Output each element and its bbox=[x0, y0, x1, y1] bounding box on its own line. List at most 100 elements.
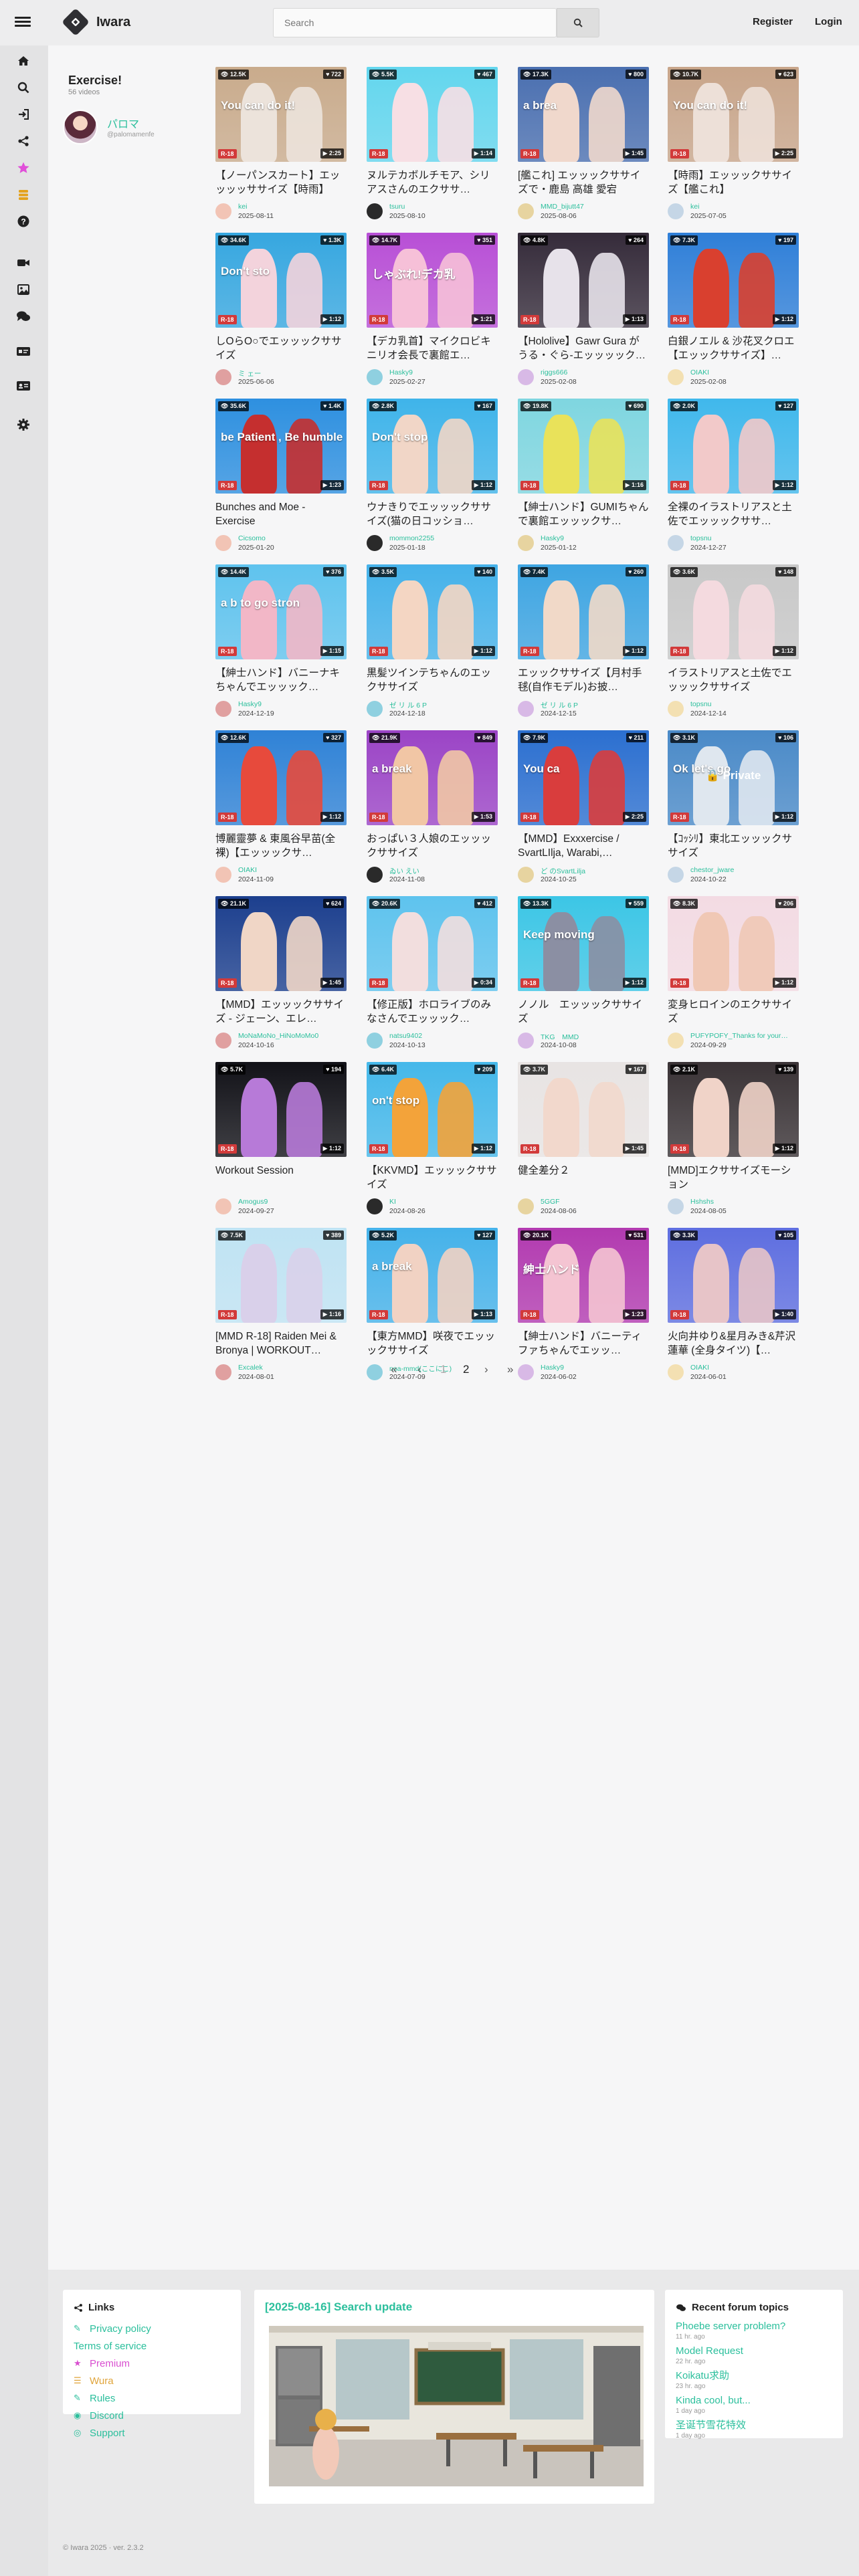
video-title[interactable]: 全裸のイラストリアスと土佐でエッッックササ… bbox=[668, 500, 799, 528]
video-title[interactable]: エッックササイズ【月村手毬(自作モデル)お披… bbox=[518, 666, 649, 694]
uploader-avatar[interactable] bbox=[518, 701, 534, 717]
video-title[interactable]: 【MMD】Exxxercise / SvartLIlja, Warabi,… bbox=[518, 832, 649, 860]
video-thumbnail[interactable]: 👁 7.4K ♥ 260 R-18 ▶ 1:12 bbox=[518, 564, 649, 659]
video-thumbnail[interactable]: Don't stop 👁 2.8K ♥ 167 R-18 ▶ 1:12 bbox=[367, 399, 498, 494]
uploader-name[interactable]: TKG MMD bbox=[541, 1032, 579, 1042]
footer-link[interactable]: ☰ Wura bbox=[74, 2372, 230, 2389]
uploader-avatar[interactable] bbox=[215, 535, 231, 551]
coins-icon[interactable] bbox=[15, 186, 32, 203]
video-thumbnail[interactable]: 👁 7.3K ♥ 197 R-18 ▶ 1:12 bbox=[668, 233, 799, 328]
uploader-name[interactable]: kei bbox=[238, 203, 247, 211]
uploader-avatar[interactable] bbox=[367, 203, 383, 219]
search-input[interactable] bbox=[273, 8, 557, 37]
video-title[interactable]: Workout Session bbox=[215, 1164, 347, 1192]
video-thumbnail[interactable]: 👁 2.1K ♥ 139 R-18 ▶ 1:12 bbox=[668, 1062, 799, 1157]
uploader-avatar[interactable] bbox=[518, 1198, 534, 1214]
uploader-avatar[interactable] bbox=[668, 369, 684, 385]
video-card[interactable]: a brea 👁 17.3K ♥ 800 R-18 ▶ 1:45 [艦これ] エッッックサ… bbox=[518, 67, 649, 222]
video-card[interactable]: 👁 12.6K ♥ 327 R-18 ▶ 1:12 博麗靈夢 & 東風谷早苗(全裸)【エ… bbox=[215, 730, 347, 885]
video-card[interactable]: 👁 2.1K ♥ 139 R-18 ▶ 1:12 [MMD]エクササイズモーション Hsh… bbox=[668, 1062, 799, 1217]
uploader-name[interactable]: ミ ェー bbox=[238, 368, 261, 379]
video-thumbnail[interactable]: 👁 2.0K ♥ 127 R-18 ▶ 1:12 bbox=[668, 399, 799, 494]
video-card[interactable]: 👁 5.7K ♥ 194 R-18 ▶ 1:12 Workout Session Amog… bbox=[215, 1062, 347, 1217]
id-card-icon[interactable] bbox=[15, 342, 32, 360]
video-title[interactable]: 火向井ゆり&星月みき&芹沢蓮華 (全身タイツ)【… bbox=[668, 1329, 799, 1358]
uploader-avatar[interactable] bbox=[367, 867, 383, 883]
uploader-avatar[interactable] bbox=[518, 1033, 534, 1049]
uploader-avatar[interactable] bbox=[367, 701, 383, 717]
uploader-avatar[interactable] bbox=[668, 701, 684, 717]
video-card[interactable]: a break 👁 5.2K ♥ 127 R-18 ▶ 1:13 【東方MMD】咲夜でエッ… bbox=[367, 1228, 498, 1383]
help-icon[interactable]: ? bbox=[15, 213, 32, 230]
uploader-name[interactable]: mommon2255 bbox=[389, 534, 434, 542]
video-title[interactable]: 白銀ノエル & 沙花叉クロエ 【エッックササイズ】… bbox=[668, 334, 799, 362]
sign-in-icon[interactable] bbox=[15, 106, 32, 123]
uploader-avatar[interactable] bbox=[518, 369, 534, 385]
forum-topic-link[interactable]: Koikatu求助 bbox=[676, 2369, 832, 2383]
video-card[interactable]: 👁 3.6K ♥ 148 R-18 ▶ 1:12 イラストリアスと土佐でエッッックササイ… bbox=[668, 564, 799, 720]
video-thumbnail[interactable]: a brea 👁 17.3K ♥ 800 R-18 ▶ 1:45 bbox=[518, 67, 649, 162]
uploader-avatar[interactable] bbox=[367, 535, 383, 551]
uploader-name[interactable]: riggs666 bbox=[541, 368, 567, 377]
video-card[interactable]: 👁 20.6K ♥ 412 R-18 ▶ 0:34 【修正版】ホロライブのみなさんでエッ… bbox=[367, 896, 498, 1051]
page-next-button[interactable]: › bbox=[484, 1363, 488, 1376]
uploader-name[interactable]: ゼ リ ル 6 P bbox=[541, 700, 578, 710]
forum-topic-link[interactable]: Phoebe server problem? bbox=[676, 2320, 832, 2333]
video-title[interactable]: 【Hololive】Gawr Gura がうる・ぐら-エッッッック… bbox=[518, 334, 649, 362]
login-link[interactable]: Login bbox=[815, 16, 842, 27]
uploader-avatar[interactable] bbox=[668, 867, 684, 883]
owner-name[interactable]: パロマ bbox=[107, 115, 139, 131]
uploader-name[interactable]: Hshshs bbox=[690, 1198, 714, 1206]
uploader-name[interactable]: KI bbox=[389, 1198, 396, 1206]
uploader-avatar[interactable] bbox=[367, 369, 383, 385]
uploader-avatar[interactable] bbox=[518, 1364, 534, 1380]
brand-logo[interactable]: Iwara bbox=[62, 8, 130, 36]
video-thumbnail[interactable]: 👁 3.3K ♥ 105 R-18 ▶ 1:40 bbox=[668, 1228, 799, 1323]
video-card[interactable]: 👁 19.8K ♥ 690 R-18 ▶ 1:16 【紳士ハンド】GUMIちゃんで裏館エ… bbox=[518, 399, 649, 554]
video-thumbnail[interactable]: 紳士ハンド 👁 20.1K ♥ 531 R-18 ▶ 1:23 bbox=[518, 1228, 649, 1323]
video-card[interactable]: 👁 3.5K ♥ 140 R-18 ▶ 1:12 黒髪ツインテちゃんのエックササイズゼ … bbox=[367, 564, 498, 720]
video-card[interactable]: You can do it! 👁 10.7K ♥ 623 R-18 ▶ 2:25 【時雨】… bbox=[668, 67, 799, 222]
uploader-name[interactable]: Amogus9 bbox=[238, 1198, 268, 1206]
page-prev-button[interactable]: ‹ bbox=[417, 1363, 421, 1376]
video-card[interactable]: You ca 👁 7.9K ♥ 211 R-18 ▶ 2:25 【MMD】Exxxerci… bbox=[518, 730, 649, 885]
uploader-name[interactable]: OIAKI bbox=[690, 1364, 709, 1372]
uploader-name[interactable]: MoNaMoNo_HiNoMoMo0 bbox=[238, 1032, 318, 1040]
video-thumbnail[interactable]: 👁 4.8K ♥ 264 R-18 ▶ 1:13 bbox=[518, 233, 649, 328]
footer-link[interactable]: ✎ Rules bbox=[74, 2389, 230, 2407]
video-title[interactable]: Bunches and Moe - Exercise bbox=[215, 500, 347, 528]
video-title[interactable]: ノノル エッッックササイズ bbox=[518, 998, 649, 1026]
video-title[interactable]: 【東方MMD】咲夜でエッッックササイズ bbox=[367, 1329, 498, 1358]
uploader-avatar[interactable] bbox=[668, 1364, 684, 1380]
forum-topic-link[interactable]: Kinda cool, but... bbox=[676, 2394, 832, 2407]
uploader-avatar[interactable] bbox=[668, 1033, 684, 1049]
video-thumbnail[interactable]: 👁 5.7K ♥ 194 R-18 ▶ 1:12 bbox=[215, 1062, 347, 1157]
video-title[interactable]: [MMD R-18] Raiden Mei & Bronya | WORKOUT… bbox=[215, 1329, 347, 1358]
footer-link[interactable]: ◎ Support bbox=[74, 2424, 230, 2442]
video-thumbnail[interactable]: a b to go stron 👁 14.4K ♥ 376 R-18 ▶ 1:15 bbox=[215, 564, 347, 659]
video-title[interactable]: 【紳士ハンド】バニーティファちゃんでエッッ… bbox=[518, 1329, 649, 1358]
video-title[interactable]: ウナきりでエッッックササイズ(猫の日コッショ… bbox=[367, 500, 498, 528]
video-thumbnail[interactable]: Don't sto 👁 34.6K ♥ 1.3K R-18 ▶ 1:12 bbox=[215, 233, 347, 328]
video-thumbnail[interactable]: a break 👁 5.2K ♥ 127 R-18 ▶ 1:13 bbox=[367, 1228, 498, 1323]
video-card[interactable]: a b to go stron 👁 14.4K ♥ 376 R-18 ▶ 1:15 【紳士… bbox=[215, 564, 347, 720]
video-card[interactable]: 👁 7.3K ♥ 197 R-18 ▶ 1:12 白銀ノエル & 沙花叉クロエ 【エッッ… bbox=[668, 233, 799, 388]
home-icon[interactable] bbox=[15, 52, 32, 70]
video-card[interactable]: 👁 3.7K ♥ 167 R-18 ▶ 1:45 健全差分２ 5GGF 2024-08-06 bbox=[518, 1062, 649, 1217]
video-card[interactable]: 👁 2.0K ♥ 127 R-18 ▶ 1:12 全裸のイラストリアスと土佐でエッッック… bbox=[668, 399, 799, 554]
video-card[interactable]: 👁 21.1K ♥ 624 R-18 ▶ 1:45 【MMD】エッッックササイズ - ジ… bbox=[215, 896, 347, 1051]
video-thumbnail[interactable]: 👁 21.1K ♥ 624 R-18 ▶ 1:45 bbox=[215, 896, 347, 991]
video-thumbnail[interactable]: a break 👁 21.9K ♥ 849 R-18 ▶ 1:53 bbox=[367, 730, 498, 825]
page-first-button[interactable]: « bbox=[391, 1363, 397, 1376]
uploader-avatar[interactable] bbox=[215, 369, 231, 385]
video-thumbnail[interactable]: Ok let's go 🔒 Private 👁 3.1K ♥ 106 R-18 ▶ 1:1… bbox=[668, 730, 799, 825]
video-card[interactable]: 👁 4.8K ♥ 264 R-18 ▶ 1:13 【Hololive】Gawr Gura… bbox=[518, 233, 649, 388]
video-thumbnail[interactable]: You can do it! 👁 12.5K ♥ 722 R-18 ▶ 2:25 bbox=[215, 67, 347, 162]
uploader-name[interactable]: natsu9402 bbox=[389, 1032, 422, 1040]
uploader-avatar[interactable] bbox=[668, 203, 684, 219]
video-thumbnail[interactable]: 👁 20.6K ♥ 412 R-18 ▶ 0:34 bbox=[367, 896, 498, 991]
video-title[interactable]: 【デカ乳首】マイクロビキニリオ会長で裏館エ… bbox=[367, 334, 498, 362]
video-card[interactable]: 👁 8.3K ♥ 206 R-18 ▶ 1:12 変身ヒロインのエクササイズ PUFYPO… bbox=[668, 896, 799, 1051]
video-thumbnail[interactable]: 👁 7.5K ♥ 389 R-18 ▶ 1:16 bbox=[215, 1228, 347, 1323]
uploader-name[interactable]: Excalek bbox=[238, 1364, 263, 1372]
